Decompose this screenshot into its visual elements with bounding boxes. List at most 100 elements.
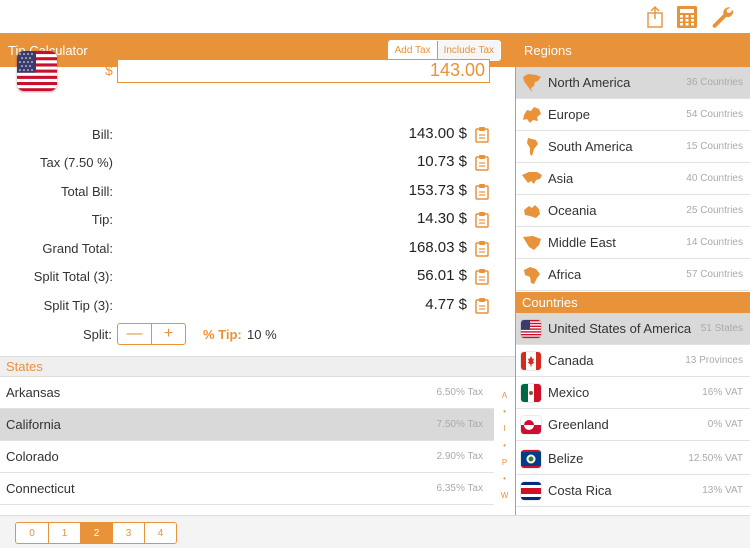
oceania-icon: [521, 201, 543, 221]
include-tax-segment[interactable]: Include Tax: [436, 41, 500, 60]
africa-icon: [521, 265, 543, 285]
regions-title: Regions: [524, 42, 572, 58]
bill-amount-input[interactable]: 143.00: [117, 59, 490, 83]
state-row-arkansas[interactable]: Arkansas 6.50% Tax: [0, 377, 494, 409]
region-count: 25 Countries: [686, 205, 743, 216]
country-row-usa[interactable]: United States of America 51 States: [516, 313, 750, 345]
country-name: Belize: [548, 451, 584, 466]
state-row-california[interactable]: California 7.50% Tax: [0, 409, 494, 441]
greenland-flag-icon: [521, 416, 541, 434]
country-detail: 51 States: [700, 323, 743, 334]
pager-button-1[interactable]: 1: [48, 523, 80, 543]
region-row-africa[interactable]: Africa 57 Countries: [516, 259, 750, 291]
state-name: Connecticut: [6, 481, 75, 496]
state-tax: 6.50% Tax: [436, 387, 483, 398]
index-letter[interactable]: A: [494, 391, 515, 400]
usa-flag-icon: [521, 320, 541, 338]
usa-flag-icon[interactable]: [17, 51, 57, 91]
tip-amount-label: Tip:: [91, 212, 113, 227]
region-row-oceania[interactable]: Oceania 25 Countries: [516, 195, 750, 227]
grand-total-value: 168.03 $: [408, 239, 467, 256]
country-detail: 13% VAT: [702, 485, 743, 496]
country-row-greenland[interactable]: Greenland 0% VAT: [516, 409, 750, 441]
canada-flag-icon: [521, 352, 541, 370]
bill-value: 143.00 $: [408, 125, 467, 142]
country-name: Costa Rica: [548, 483, 612, 498]
country-row-costa-rica[interactable]: Costa Rica 13% VAT: [516, 475, 750, 507]
pager-button-2[interactable]: 2: [80, 523, 112, 543]
clipboard-icon[interactable]: [474, 268, 490, 285]
region-row-middle-east[interactable]: Middle East 14 Countries: [516, 227, 750, 259]
state-tax: 6.35% Tax: [436, 483, 483, 494]
state-name: Arkansas: [6, 385, 61, 400]
index-dot[interactable]: •: [494, 407, 515, 416]
region-name: Europe: [548, 107, 590, 122]
region-row-europe[interactable]: Europe 54 Countries: [516, 99, 750, 131]
country-detail: 13 Provinces: [685, 355, 743, 366]
pager-button-4[interactable]: 4: [144, 523, 176, 543]
country-detail: 12.50% VAT: [688, 453, 743, 464]
state-row-colorado[interactable]: Colorado 2.90% Tax: [0, 441, 494, 473]
country-row-mexico[interactable]: Mexico 16% VAT: [516, 377, 750, 409]
region-count: 14 Countries: [686, 237, 743, 248]
tax-mode-segmented-control[interactable]: Add Tax Include Tax: [387, 40, 501, 61]
region-name: South America: [548, 139, 633, 154]
index-letter[interactable]: W: [494, 491, 515, 500]
clipboard-icon[interactable]: [474, 211, 490, 228]
clipboard-icon[interactable]: [474, 183, 490, 200]
country-row-canada[interactable]: Canada 13 Provinces: [516, 345, 750, 377]
split-tip-row: Split Tip (3): 4.77 $: [0, 296, 515, 316]
state-name: California: [6, 417, 61, 432]
top-toolbar: [0, 0, 750, 33]
wrench-icon[interactable]: [709, 4, 735, 30]
share-icon[interactable]: [642, 4, 668, 30]
tip-percent-label: % Tip:: [203, 327, 242, 342]
state-row-connecticut[interactable]: Connecticut 6.35% Tax: [0, 473, 494, 505]
region-count: 36 Countries: [686, 77, 743, 88]
middle-east-icon: [521, 233, 543, 253]
region-count: 40 Countries: [686, 173, 743, 184]
belize-flag-icon: [521, 450, 541, 468]
clipboard-icon[interactable]: [474, 297, 490, 314]
clipboard-icon[interactable]: [474, 240, 490, 257]
split-label: Split:: [83, 327, 112, 342]
tax-row: Tax (7.50 %) 10.73 $: [0, 153, 515, 173]
country-row-belize[interactable]: Belize 12.50% VAT: [516, 443, 750, 475]
clipboard-icon[interactable]: [474, 154, 490, 171]
alphabet-index[interactable]: A • I • P • W: [494, 377, 515, 507]
region-name: Asia: [548, 171, 574, 186]
index-letter[interactable]: P: [494, 458, 515, 467]
region-row-north-america[interactable]: North America 36 Countries: [516, 67, 750, 99]
asia-icon: [521, 169, 543, 189]
country-detail: 0% VAT: [707, 419, 743, 430]
split-total-row: Split Total (3): 56.01 $: [0, 267, 515, 287]
split-stepper[interactable]: — +: [117, 323, 186, 345]
index-dot[interactable]: •: [494, 474, 515, 483]
region-row-asia[interactable]: Asia 40 Countries: [516, 163, 750, 195]
country-name: Mexico: [548, 385, 590, 400]
tax-value: 10.73 $: [416, 153, 467, 170]
state-name: Colorado: [6, 449, 59, 464]
tip-percent-value[interactable]: 10 %: [247, 327, 277, 342]
tip-preset-pager[interactable]: 0 1 2 3 4: [15, 522, 177, 544]
bill-label: Bill:: [92, 127, 113, 142]
state-tax: 2.90% Tax: [436, 451, 483, 462]
clipboard-icon[interactable]: [474, 126, 490, 143]
grand-total-label: Grand Total:: [42, 241, 113, 256]
index-letter[interactable]: I: [494, 424, 515, 433]
bill-row: Bill: 143.00 $: [0, 125, 515, 145]
regions-header: Regions: [516, 33, 750, 67]
regions-panel: Regions North America 36 Countries Europ…: [516, 33, 750, 515]
split-increment-button[interactable]: +: [151, 324, 185, 344]
pager-button-0[interactable]: 0: [16, 523, 48, 543]
add-tax-segment[interactable]: Add Tax: [388, 41, 437, 60]
split-decrement-button[interactable]: —: [118, 324, 151, 344]
region-name: Oceania: [548, 203, 597, 218]
split-total-value: 56.01 $: [416, 267, 467, 284]
region-row-south-america[interactable]: South America 15 Countries: [516, 131, 750, 163]
index-dot[interactable]: •: [494, 441, 515, 450]
pager-button-3[interactable]: 3: [112, 523, 144, 543]
tip-row: Tip: 14.30 $: [0, 210, 515, 230]
north-america-icon: [521, 73, 543, 93]
calculator-icon[interactable]: [674, 4, 700, 30]
